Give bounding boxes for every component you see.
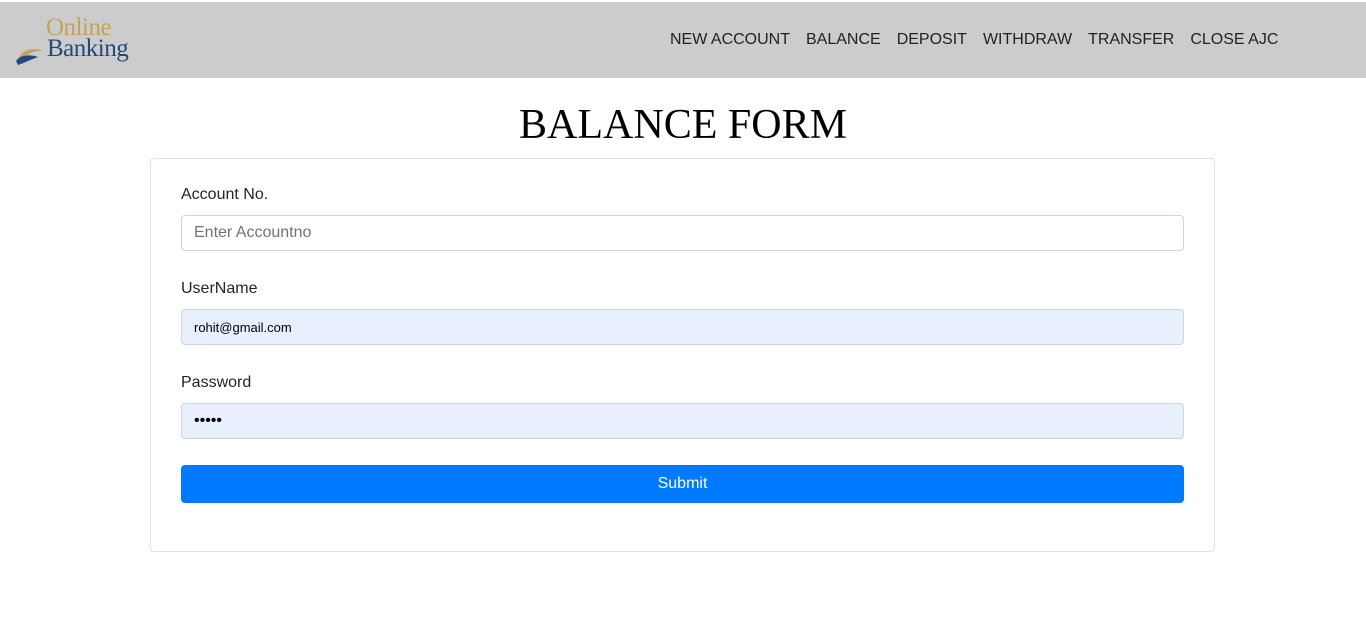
balance-form-card: Account No. UserName Password Submit	[150, 158, 1215, 552]
logo-swoosh-icon	[16, 49, 44, 65]
nav-balance[interactable]: BALANCE	[798, 31, 889, 49]
submit-button[interactable]: Submit	[181, 465, 1184, 503]
password-label: Password	[181, 374, 252, 391]
nav-withdraw[interactable]: WITHDRAW	[975, 31, 1080, 49]
username-input[interactable]	[181, 309, 1184, 345]
online-banking-logo[interactable]: Online Banking	[16, 15, 156, 67]
nav-close-account[interactable]: CLOSE AJC	[1182, 31, 1286, 49]
top-navbar: Online Banking NEW ACCOUNT BALANCE DEPOS…	[0, 2, 1366, 78]
account-no-input[interactable]	[181, 215, 1184, 251]
page-title: BALANCE FORM	[519, 102, 847, 148]
logo-text-banking: Banking	[47, 35, 129, 62]
account-no-label: Account No.	[181, 186, 269, 203]
password-input[interactable]	[181, 403, 1184, 439]
main-nav: NEW ACCOUNT BALANCE DEPOSIT WITHDRAW TRA…	[662, 2, 1286, 78]
nav-new-account[interactable]: NEW ACCOUNT	[662, 31, 798, 49]
username-label: UserName	[181, 280, 258, 297]
nav-transfer[interactable]: TRANSFER	[1080, 31, 1182, 49]
nav-deposit[interactable]: DEPOSIT	[889, 31, 975, 49]
